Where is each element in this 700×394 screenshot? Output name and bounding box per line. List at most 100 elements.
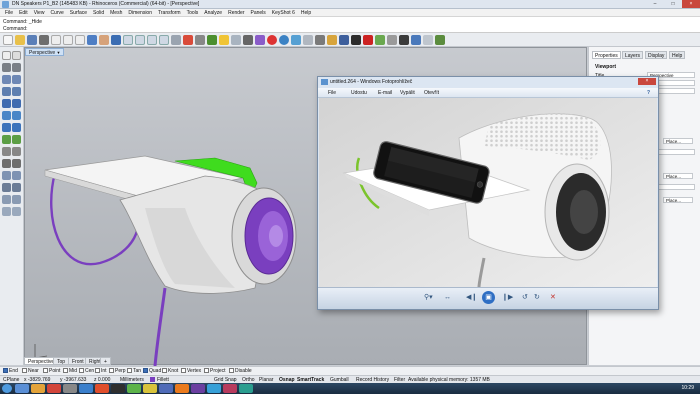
print-icon[interactable] bbox=[39, 35, 49, 45]
menu-panels[interactable]: Panels bbox=[248, 9, 269, 17]
line-icon[interactable] bbox=[2, 63, 11, 72]
viewport-layout-icon[interactable] bbox=[183, 35, 193, 45]
zoom-icon[interactable] bbox=[123, 35, 133, 45]
split-icon[interactable] bbox=[12, 147, 21, 156]
menu-view[interactable]: View bbox=[31, 9, 48, 17]
place-button[interactable]: Place... bbox=[663, 173, 693, 179]
osnap-near[interactable]: Near bbox=[22, 368, 39, 375]
taskbar-photo-icon[interactable] bbox=[79, 384, 93, 393]
mesh-icon[interactable] bbox=[2, 135, 11, 144]
environment-icon[interactable] bbox=[291, 35, 301, 45]
taskbar-app-icon[interactable] bbox=[191, 384, 205, 393]
cplane-icon[interactable] bbox=[411, 35, 421, 45]
viewer-menu-burn[interactable]: Vypálit bbox=[400, 90, 415, 96]
osnap-project[interactable]: Project bbox=[204, 368, 226, 375]
dimension-icon[interactable] bbox=[12, 207, 21, 216]
previous-icon[interactable]: ◀❙ bbox=[466, 294, 477, 302]
properties-icon[interactable] bbox=[231, 35, 241, 45]
lock-icon[interactable] bbox=[327, 35, 337, 45]
menu-file[interactable]: File bbox=[2, 9, 16, 17]
cut-icon[interactable] bbox=[51, 35, 61, 45]
explode-icon[interactable] bbox=[12, 159, 21, 168]
save-icon[interactable] bbox=[27, 35, 37, 45]
menu-analyze[interactable]: Analyze bbox=[201, 9, 225, 17]
menu-render[interactable]: Render bbox=[225, 9, 247, 17]
viewer-menu-file[interactable]: File bbox=[328, 90, 336, 96]
move-icon[interactable] bbox=[2, 171, 11, 180]
menu-transform[interactable]: Transform bbox=[155, 9, 184, 17]
ground-plane-icon[interactable] bbox=[303, 35, 313, 45]
maximize-button[interactable]: □ bbox=[664, 0, 682, 8]
boolean-icon[interactable] bbox=[12, 135, 21, 144]
photo-viewer-window[interactable]: untitled.264 - Windows Fotoprohlížeč × F… bbox=[317, 76, 659, 310]
viewer-menu-share[interactable]: Udostu bbox=[351, 90, 367, 96]
next-icon[interactable]: ❙▶ bbox=[502, 294, 513, 302]
material-icon[interactable] bbox=[279, 35, 289, 45]
minimize-button[interactable]: – bbox=[646, 0, 664, 8]
osnap-perp[interactable]: Perp bbox=[109, 368, 126, 375]
menu-dimension[interactable]: Dimension bbox=[125, 9, 155, 17]
surface-icon[interactable] bbox=[2, 99, 11, 108]
menu-surface[interactable]: Surface bbox=[67, 9, 90, 17]
tab-top[interactable]: Top bbox=[53, 357, 70, 365]
viewer-help-icon[interactable]: ? bbox=[647, 90, 650, 96]
keyshot-render-icon[interactable] bbox=[351, 35, 361, 45]
command-prompt[interactable]: Command: bbox=[3, 26, 27, 32]
tab-help[interactable]: Help bbox=[669, 51, 686, 59]
taskbar-app-icon[interactable] bbox=[207, 384, 221, 393]
extra-tool-icon[interactable] bbox=[435, 35, 445, 45]
osnap-quad[interactable]: Quad bbox=[143, 368, 161, 375]
toolbar-options-icon[interactable] bbox=[423, 35, 433, 45]
viewer-maximize-button[interactable] bbox=[624, 78, 638, 85]
select-icon[interactable] bbox=[195, 35, 205, 45]
rectangle-icon[interactable] bbox=[12, 87, 21, 96]
osnap-point[interactable]: Point bbox=[43, 368, 60, 375]
taskbar-app-icon[interactable] bbox=[95, 384, 109, 393]
loft-icon[interactable] bbox=[12, 123, 21, 132]
rendered-icon[interactable] bbox=[267, 35, 277, 45]
offset-icon[interactable] bbox=[2, 207, 11, 216]
hide-icon[interactable] bbox=[315, 35, 325, 45]
zoom-window-icon[interactable] bbox=[135, 35, 145, 45]
scale-icon[interactable] bbox=[2, 183, 11, 192]
rotate-icon[interactable] bbox=[12, 171, 21, 180]
new-file-icon[interactable] bbox=[3, 35, 13, 45]
analysis-icon[interactable] bbox=[375, 35, 385, 45]
taskbar-app-icon[interactable] bbox=[143, 384, 157, 393]
copy-icon[interactable] bbox=[63, 35, 73, 45]
paste-icon[interactable] bbox=[75, 35, 85, 45]
tab-display[interactable]: Display bbox=[645, 51, 668, 59]
keyshot-icon[interactable] bbox=[363, 35, 373, 45]
taskbar-word-icon[interactable] bbox=[159, 384, 173, 393]
taskbar-explorer-icon[interactable] bbox=[15, 384, 29, 393]
undo-icon[interactable] bbox=[87, 35, 97, 45]
menu-help[interactable]: Help bbox=[298, 9, 314, 17]
layer-icon[interactable] bbox=[207, 35, 217, 45]
curve-icon[interactable] bbox=[2, 75, 11, 84]
solid-box-icon[interactable] bbox=[12, 99, 21, 108]
shade-icon[interactable] bbox=[243, 35, 253, 45]
options-gear-icon[interactable] bbox=[339, 35, 349, 45]
add-viewport-tab[interactable]: + bbox=[100, 357, 111, 365]
close-button[interactable]: × bbox=[682, 0, 700, 8]
viewer-close-button[interactable]: × bbox=[638, 78, 656, 85]
zoom-magnifier-icon[interactable]: ⚲▾ bbox=[424, 294, 433, 302]
render-sphere-icon[interactable] bbox=[255, 35, 265, 45]
taskbar-app-icon[interactable] bbox=[127, 384, 141, 393]
sphere-icon[interactable] bbox=[2, 111, 11, 120]
osnap-cen[interactable]: Cen bbox=[79, 368, 94, 375]
taskbar-clock[interactable]: 10:29 bbox=[681, 385, 694, 391]
start-button-icon[interactable] bbox=[2, 384, 12, 393]
menu-edit[interactable]: Edit bbox=[16, 9, 31, 17]
viewer-menu-open[interactable]: Otevřít bbox=[424, 90, 439, 96]
mirror-icon[interactable] bbox=[12, 183, 21, 192]
osnap-mid[interactable]: Mid bbox=[63, 368, 77, 375]
array-icon[interactable] bbox=[2, 195, 11, 204]
rotate-left-icon[interactable]: ↺ bbox=[522, 294, 528, 302]
osnap-disable[interactable]: Disable bbox=[229, 368, 252, 375]
osnap-end[interactable]: End bbox=[3, 368, 18, 375]
taskbar-media-icon[interactable] bbox=[47, 384, 61, 393]
taskbar-folder-icon[interactable] bbox=[31, 384, 45, 393]
osnap-tan[interactable]: Tan bbox=[127, 368, 141, 375]
polyline-icon[interactable] bbox=[12, 63, 21, 72]
